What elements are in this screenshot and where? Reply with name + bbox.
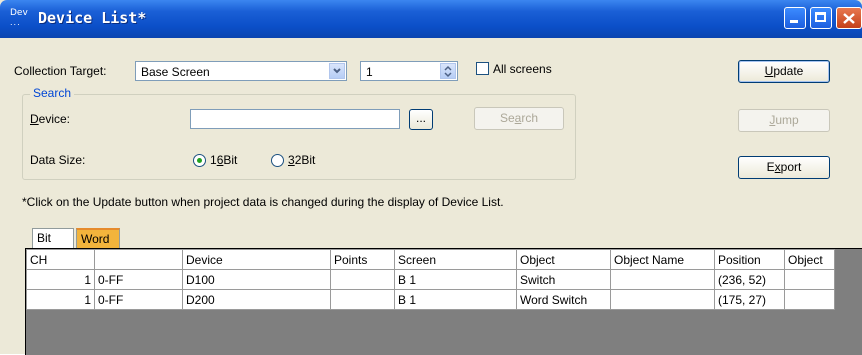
minimize-button[interactable] [784,7,806,29]
table-cell [330,269,395,290]
collection-target-select[interactable]: Base Screen [135,61,347,81]
table-header-row: CH Device Points Screen Object Object Na… [26,249,835,270]
table-cell [610,269,715,290]
collection-target-value: Base Screen [141,65,210,79]
table-cell [784,269,835,290]
close-button[interactable] [836,7,862,29]
chevron-down-icon[interactable] [329,63,345,79]
column-header[interactable]: Object [516,249,611,270]
table-cell: D200 [182,289,331,310]
table-cell: Switch [516,269,611,290]
device-list-grid: CH Device Points Screen Object Object Na… [25,248,862,355]
update-note: *Click on the Update button when project… [22,195,504,209]
table-cell [330,289,395,310]
table-cell: 1 [26,289,95,310]
browse-device-button[interactable]: ... [409,109,433,130]
column-header[interactable]: Object [784,249,835,270]
table-cell [784,289,835,310]
maximize-button[interactable] [810,7,832,29]
radio-16bit-label: 16Bit [210,153,238,167]
title-bar[interactable]: Dev ... Device List* [0,0,862,38]
window-title: Device List* [38,9,147,27]
column-header[interactable]: Position [714,249,785,270]
search-button[interactable]: Search [474,107,564,130]
table-cell [610,289,715,310]
table-row[interactable]: 1 0-FF D200 B 1 Word Switch (175, 27) [26,289,835,310]
device-input[interactable] [190,109,400,129]
device-label: Device: [30,112,71,126]
radio-32bit-label: 32Bit [288,153,316,167]
table-cell: (175, 27) [714,289,785,310]
update-button[interactable]: Update [738,60,830,83]
column-header[interactable] [94,249,183,270]
table-cell: 0-FF [94,289,183,310]
table-row[interactable]: 1 0-FF D100 B 1 Switch (236, 52) [26,269,835,290]
table-cell: (236, 52) [714,269,785,290]
table-cell: 1 [26,269,95,290]
column-header[interactable]: Screen [394,249,517,270]
screen-number-spinner[interactable]: 1 [360,61,458,81]
table-cell: B 1 [394,289,517,310]
collection-target-label: Collection Target: [14,64,107,78]
all-screens-checkbox[interactable] [476,62,489,75]
column-header[interactable]: CH [26,249,95,270]
table-cell: Word Switch [516,289,611,310]
column-header[interactable]: Points [330,249,395,270]
app-icon-dots: ... [10,18,21,27]
device-table: CH Device Points Screen Object Object Na… [26,249,835,310]
radio-32bit[interactable] [271,154,284,167]
device-list-app-icon: Dev ... [10,9,32,29]
spinner-arrows-icon[interactable] [440,63,456,79]
tab-word[interactable]: Word [76,228,120,248]
data-size-label: Data Size: [30,153,86,167]
table-cell: 0-FF [94,269,183,290]
app-icon-label: Dev [10,8,28,18]
close-icon [843,13,855,24]
radio-16bit[interactable] [193,154,206,167]
device-list-window: Dev ... Device List* Collection Target: … [0,0,862,355]
table-cell: D100 [182,269,331,290]
jump-button[interactable]: Jump [738,109,830,132]
table-cell: B 1 [394,269,517,290]
all-screens-label: All screens [493,62,552,76]
column-header[interactable]: Object Name [610,249,715,270]
screen-number-value: 1 [366,65,373,79]
export-button[interactable]: Export [738,156,830,179]
tab-bit[interactable]: Bit [32,228,74,248]
search-group-title: Search [30,86,75,100]
column-header[interactable]: Device [182,249,331,270]
